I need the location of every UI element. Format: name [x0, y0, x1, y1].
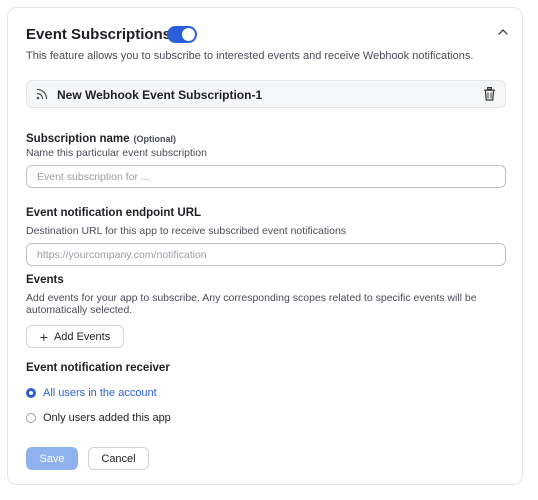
add-events-button[interactable]: + Add Events [26, 325, 124, 348]
rss-icon [36, 88, 48, 100]
subscription-name-hint: Name this particular event subscription [26, 147, 207, 159]
radio-only-added-users-indicator[interactable] [26, 413, 36, 423]
radio-all-users[interactable]: All users in the account [26, 387, 157, 399]
cancel-button[interactable]: Cancel [88, 447, 149, 470]
radio-all-users-label: All users in the account [43, 387, 157, 399]
optional-tag: (Optional) [133, 134, 177, 144]
toggle-knob [182, 28, 195, 41]
radio-only-added-users-label: Only users added this app [43, 412, 171, 424]
section-description: This feature allows you to subscribe to … [26, 50, 474, 62]
plus-icon: + [39, 328, 48, 345]
chevron-up-icon[interactable] [497, 27, 509, 37]
receiver-label: Event notification receiver [26, 362, 170, 374]
section-title: Event Subscriptions [26, 26, 172, 43]
endpoint-url-label: Event notification endpoint URL [26, 207, 202, 219]
subscription-name-label: Subscription name [26, 133, 130, 145]
endpoint-url-hint: Destination URL for this app to receive … [26, 225, 347, 237]
subscription-item[interactable]: New Webhook Event Subscription-1 [26, 80, 506, 108]
endpoint-url-input[interactable] [26, 243, 506, 266]
subscription-item-name: New Webhook Event Subscription-1 [57, 88, 263, 102]
event-subscriptions-toggle[interactable] [167, 26, 197, 43]
events-label: Events [26, 274, 64, 286]
subscription-name-input[interactable] [26, 165, 506, 188]
radio-all-users-indicator[interactable] [26, 388, 36, 398]
subscription-name-label-row: Subscription name (Optional) [26, 129, 176, 147]
add-events-label: Add Events [53, 330, 111, 343]
trash-icon[interactable] [483, 87, 496, 101]
radio-only-added-users[interactable]: Only users added this app [26, 412, 171, 424]
events-hint-line1: Add events for your app to subscribe. An… [26, 292, 477, 304]
event-subscriptions-card: Event Subscriptions This feature allows … [7, 7, 523, 485]
save-button[interactable]: Save [26, 447, 78, 470]
events-hint-line2: automatically selected. [26, 304, 133, 316]
